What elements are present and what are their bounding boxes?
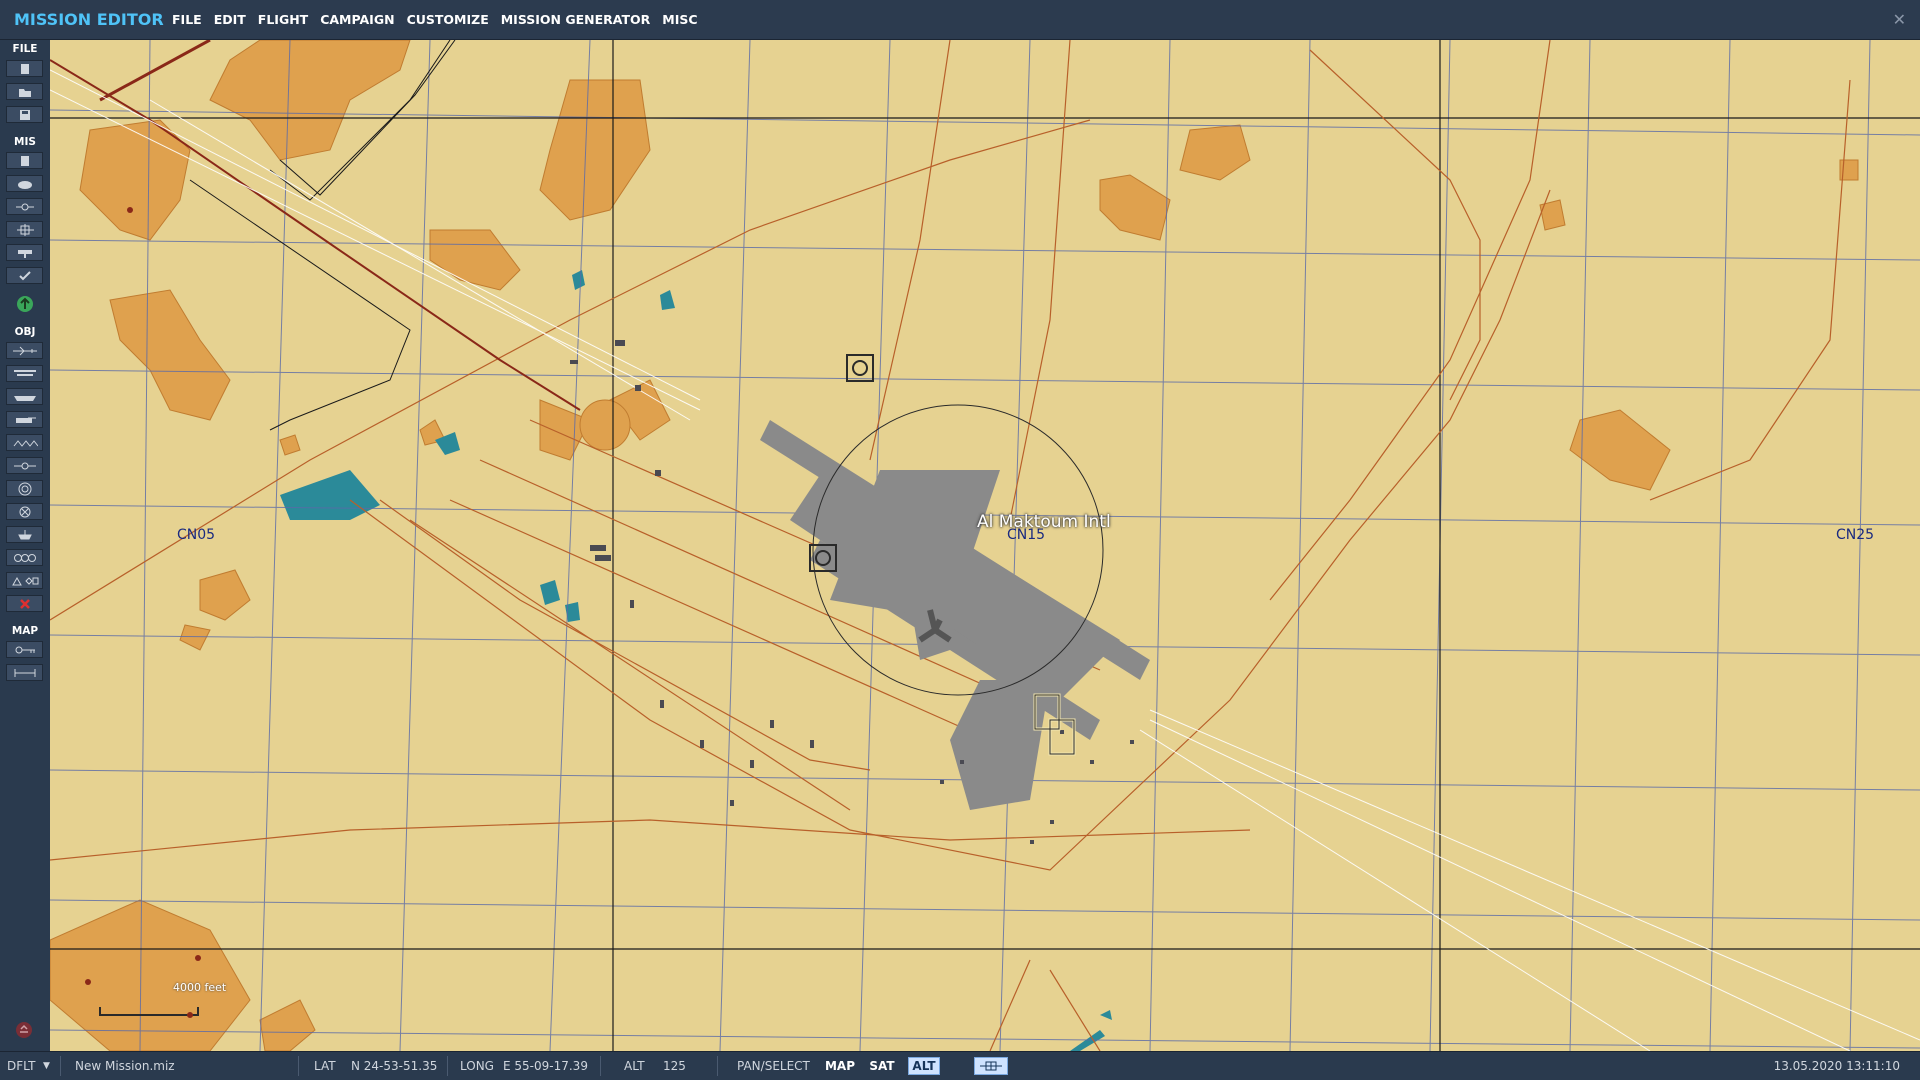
save-file-icon[interactable] [6, 106, 43, 123]
alt-label: ALT [624, 1059, 645, 1073]
add-ndb-icon[interactable] [6, 526, 43, 543]
menu-customize[interactable]: CUSTOMIZE [407, 12, 489, 27]
chevron-down-icon[interactable]: ▼ [43, 1061, 50, 1071]
menu-flight[interactable]: FLIGHT [258, 12, 308, 27]
menu-misc[interactable]: MISC [662, 12, 697, 27]
ruler-icon[interactable] [6, 664, 43, 681]
status-bar: DFLT ▼ New Mission.miz LAT N 24-53-51.35… [0, 1051, 1920, 1080]
left-toolbar: FILE MIS OBJ MAP [0, 40, 51, 1051]
delete-icon[interactable] [6, 595, 43, 612]
alt-value: 125 [663, 1059, 686, 1073]
pan-select-mode[interactable]: PAN/SELECT [737, 1059, 810, 1073]
scale-label: 4000 feet [173, 981, 227, 994]
close-icon[interactable]: ✕ [1893, 10, 1906, 29]
lat-label: LAT [314, 1059, 336, 1073]
toolbar-mis-label: MIS [14, 136, 36, 148]
add-static-icon[interactable] [6, 434, 43, 451]
layer-toggle-icon[interactable] [974, 1057, 1008, 1075]
trigger-icon[interactable] [6, 221, 43, 238]
weather-icon[interactable] [6, 175, 43, 192]
alt-view-button[interactable]: ALT [908, 1057, 940, 1075]
add-group-icon[interactable] [6, 549, 43, 566]
mission-filename: New Mission.miz [75, 1059, 175, 1073]
airport-label[interactable]: Al Maktoum Intl [977, 512, 1111, 532]
lat-value: N 24-53-51.35 [351, 1059, 438, 1073]
grid-label-cn25: CN25 [1836, 527, 1875, 543]
add-ship-icon[interactable] [6, 388, 43, 405]
toolbar-obj-label: OBJ [14, 326, 36, 338]
briefing-icon[interactable] [6, 152, 43, 169]
menu-bar: MISSION EDITOR FILE EDIT FLIGHT CAMPAIGN… [0, 0, 1920, 40]
map-canvas[interactable] [50, 40, 1920, 1051]
sat-view-button[interactable]: SAT [866, 1057, 898, 1075]
draw-shapes-icon[interactable] [6, 572, 43, 589]
toolbar-map-label: MAP [11, 625, 39, 637]
open-file-icon[interactable] [6, 83, 43, 100]
long-label: LONG [460, 1059, 494, 1073]
datetime: 13.05.2020 13:11:10 [1773, 1059, 1900, 1073]
add-helicopter-icon[interactable] [6, 365, 43, 382]
green-up-arrow-icon [16, 295, 34, 313]
add-ground-unit-icon[interactable] [6, 411, 43, 428]
new-file-icon[interactable] [6, 60, 43, 77]
add-target-icon[interactable] [6, 503, 43, 520]
profile-select[interactable]: DFLT [7, 1059, 36, 1073]
add-plane-icon[interactable] [6, 342, 43, 359]
trigger-zone-icon[interactable] [6, 198, 43, 215]
map-view[interactable]: CN05 CN15 CN25 Al Maktoum Intl 4000 feet [50, 40, 1920, 1051]
menu-mission-generator[interactable]: MISSION GENERATOR [501, 12, 651, 27]
app-title: MISSION EDITOR [14, 10, 164, 29]
menu-campaign[interactable]: CAMPAIGN [320, 12, 394, 27]
add-zone-icon[interactable] [6, 480, 43, 497]
toolbar-file-label: FILE [12, 43, 38, 55]
grid-label-cn05: CN05 [177, 527, 216, 543]
long-value: E 55-09-17.39 [503, 1059, 588, 1073]
add-waypoint-icon[interactable] [6, 457, 43, 474]
map-key-icon[interactable] [6, 641, 43, 658]
menu-edit[interactable]: EDIT [214, 12, 246, 27]
eject-icon[interactable] [15, 1021, 33, 1039]
goals-icon[interactable] [6, 244, 43, 261]
map-view-button[interactable]: MAP [823, 1057, 857, 1075]
menu-file[interactable]: FILE [172, 12, 202, 27]
check-icon[interactable] [6, 267, 43, 284]
